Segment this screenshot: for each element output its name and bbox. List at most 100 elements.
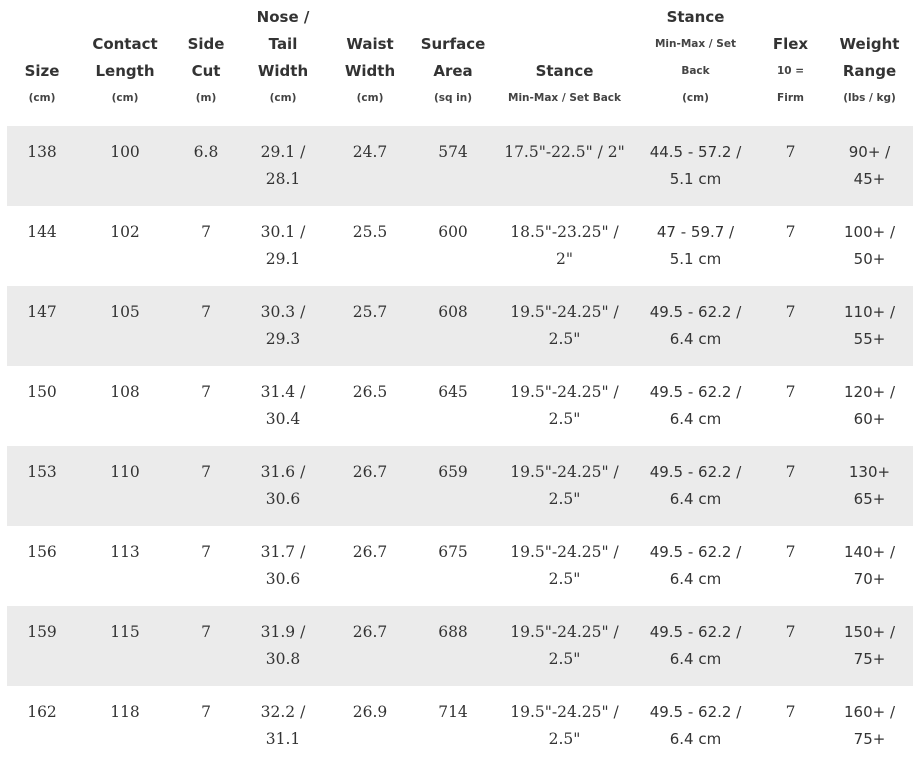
cell-value: 147 (27, 303, 57, 321)
cell-surface-area: 608 (413, 286, 493, 366)
cell-line: 45+ (853, 170, 886, 188)
cell-side-cut: 7 (173, 606, 239, 686)
cell-line: 75+ (853, 730, 886, 748)
table-row: 138 100 6.8 29.1 / 28.1 24.7 574 17.5"-22.5" / … (7, 126, 913, 206)
cell-value: 26.9 (352, 703, 388, 721)
cell-value: 7 (785, 703, 796, 721)
cell-line: 30.4 (265, 410, 301, 428)
cell-side-cut: 7 (173, 286, 239, 366)
cell-line: 6.4 cm (669, 490, 722, 508)
cell-flex: 7 (755, 206, 826, 286)
cell-line: 29.3 (265, 330, 301, 348)
cell-weight-range: 100+ / 50+ (826, 206, 913, 286)
cell-waist-width: 26.9 (327, 686, 413, 769)
cell-size: 144 (7, 206, 77, 286)
cell-nose-tail-width: 31.7 / 30.6 (239, 526, 327, 606)
column-header-stance-in: Stance Min-Max / Set Back (493, 0, 636, 126)
cell-nose-tail-width: 32.2 / 31.1 (239, 686, 327, 769)
column-unit: (m) (195, 92, 217, 104)
cell-stance-cm: 49.5 - 62.2 / 6.4 cm (636, 686, 755, 769)
column-unit: (cm) (28, 92, 56, 104)
cell-value: 7 (201, 463, 211, 481)
column-title: Length (95, 62, 155, 80)
cell-line: 49.5 - 62.2 / (649, 623, 742, 641)
column-unit: (cm) (111, 92, 139, 104)
cell-line: 160+ / (843, 703, 896, 721)
cell-line: 2.5" (548, 490, 581, 508)
cell-size: 156 (7, 526, 77, 606)
cell-value: 110 (110, 463, 140, 481)
column-header-size: Size (cm) (7, 0, 77, 126)
cell-nose-tail-width: 30.1 / 29.1 (239, 206, 327, 286)
cell-value: 7 (201, 623, 211, 641)
cell-value: 7 (785, 223, 796, 241)
cell-value: 159 (27, 623, 57, 641)
cell-line: 29.1 (265, 250, 301, 268)
cell-line: 17.5"-22.5" / 2" (504, 143, 625, 161)
cell-weight-range: 140+ / 70+ (826, 526, 913, 606)
column-title: Side (187, 35, 225, 53)
cell-line: 2.5" (548, 650, 581, 668)
cell-stance-in: 19.5"-24.25" / 2.5" (493, 606, 636, 686)
cell-contact-length: 105 (77, 286, 173, 366)
cell-nose-tail-width: 31.6 / 30.6 (239, 446, 327, 526)
cell-line: 30.8 (265, 650, 301, 668)
column-unit: Min-Max / Set Back (508, 92, 621, 104)
column-header-surface-area: Surface Area (sq in) (413, 0, 493, 126)
cell-line: 130+ (848, 463, 891, 481)
cell-weight-range: 90+ / 45+ (826, 126, 913, 206)
cell-line: 19.5"-24.25" / (510, 543, 619, 561)
cell-stance-in: 17.5"-22.5" / 2" (493, 126, 636, 206)
cell-value: 138 (27, 143, 57, 161)
cell-line: 49.5 - 62.2 / (649, 703, 742, 721)
column-header-flex: Flex 10 = Firm (755, 0, 826, 126)
cell-line: 60+ (853, 410, 886, 428)
column-header-weight-range: Weight Range (lbs / kg) (826, 0, 913, 126)
cell-line: 31.1 (265, 730, 301, 748)
cell-value: 7 (785, 463, 796, 481)
cell-line: 44.5 - 57.2 / (649, 143, 742, 161)
table-row: 156 113 7 31.7 / 30.6 26.7 675 19.5"-24.25" / 2.… (7, 526, 913, 606)
column-header-nose-tail-width: Nose / Tail Width (cm) (239, 0, 327, 126)
column-title: Range (842, 62, 897, 80)
cell-weight-range: 110+ / 55+ (826, 286, 913, 366)
cell-waist-width: 26.7 (327, 446, 413, 526)
column-unit: (cm) (269, 92, 297, 104)
cell-weight-range: 150+ / 75+ (826, 606, 913, 686)
cell-value: 7 (785, 143, 796, 161)
column-unit: Firm (777, 92, 804, 104)
column-title: Contact (92, 35, 158, 53)
cell-line: 2.5" (548, 570, 581, 588)
cell-stance-in: 19.5"-24.25" / 2.5" (493, 366, 636, 446)
cell-line: 150+ / (843, 623, 896, 641)
cell-line: 19.5"-24.25" / (510, 383, 619, 401)
cell-flex: 7 (755, 606, 826, 686)
cell-line: 5.1 cm (669, 250, 722, 268)
cell-value: 7 (785, 303, 796, 321)
column-unit: (sq in) (433, 92, 473, 104)
cell-value: 156 (27, 543, 57, 561)
column-title: Stance (666, 8, 725, 26)
cell-value: 714 (438, 703, 468, 721)
column-unit: (lbs / kg) (843, 92, 896, 104)
cell-line: 6.4 cm (669, 410, 722, 428)
column-title: Waist (346, 35, 394, 53)
cell-stance-in: 19.5"-24.25" / 2.5" (493, 526, 636, 606)
cell-line: 70+ (853, 570, 886, 588)
cell-line: 31.9 / (260, 623, 306, 641)
column-title: Cut (191, 62, 221, 80)
table-row: 162 118 7 32.2 / 31.1 26.9 714 19.5"-24.25" / 2.… (7, 686, 913, 769)
cell-surface-area: 600 (413, 206, 493, 286)
cell-weight-range: 120+ / 60+ (826, 366, 913, 446)
cell-surface-area: 659 (413, 446, 493, 526)
cell-line: 19.5"-24.25" / (510, 703, 619, 721)
cell-line: 65+ (853, 490, 886, 508)
cell-value: 24.7 (352, 143, 388, 161)
cell-line: 6.4 cm (669, 730, 722, 748)
cell-value: 574 (438, 143, 468, 161)
cell-line: 47 - 59.7 / (656, 223, 735, 241)
cell-stance-in: 18.5"-23.25" / 2" (493, 206, 636, 286)
cell-value: 7 (201, 223, 211, 241)
cell-value: 115 (110, 623, 140, 641)
column-title: Weight (839, 35, 900, 53)
